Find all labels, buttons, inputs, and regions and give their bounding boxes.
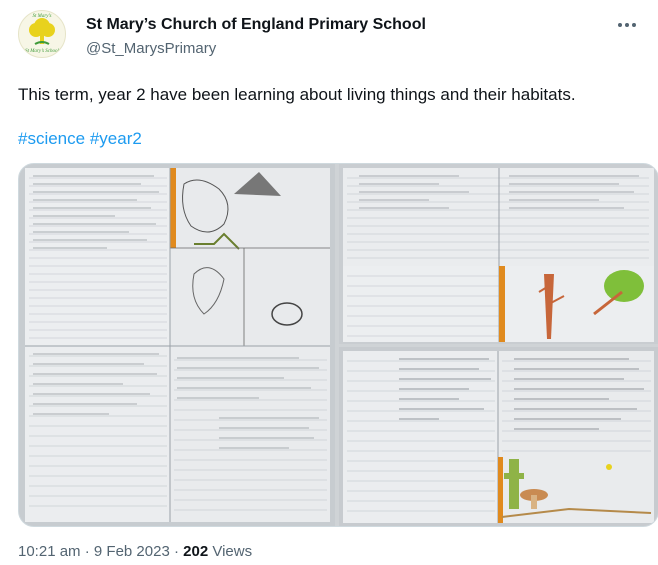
author-display-name[interactable]: St Mary’s Church of England Primary Scho…	[86, 16, 426, 34]
author-handle[interactable]: @St_MarysPrimary	[86, 40, 216, 57]
post-hashtags: #science #year2	[18, 128, 142, 150]
workbook-photo-2-image	[339, 164, 658, 344]
workbook-photo-3-image	[339, 347, 658, 526]
more-options-button[interactable]	[614, 15, 640, 35]
avatar[interactable]: St Mary’s St Mary’s School	[18, 10, 66, 58]
workbook-photo-3[interactable]	[339, 347, 658, 526]
post-text: This term, year 2 have been learning abo…	[18, 85, 576, 104]
post-time[interactable]: 10:21 am	[18, 543, 81, 560]
meta-separator: ·	[84, 543, 90, 560]
views-count: 202	[183, 543, 209, 560]
avatar-seal-text-bottom: St Mary’s School	[25, 49, 59, 54]
workbook-photo-2[interactable]	[339, 164, 658, 344]
hashtag-science[interactable]: #science	[18, 129, 85, 148]
views-label: Views	[212, 543, 253, 560]
workbook-photo-1[interactable]	[19, 164, 335, 526]
media-grid	[18, 163, 658, 527]
workbook-photo-1-image	[19, 164, 335, 526]
post-date[interactable]: 9 Feb 2023	[94, 543, 170, 560]
hashtag-year2[interactable]: #year2	[90, 129, 142, 148]
more-horizontal-icon	[618, 23, 636, 27]
meta-separator-2: ·	[173, 543, 179, 560]
post-meta: 10:21 am · 9 Feb 2023 · 202 Views	[18, 543, 252, 560]
